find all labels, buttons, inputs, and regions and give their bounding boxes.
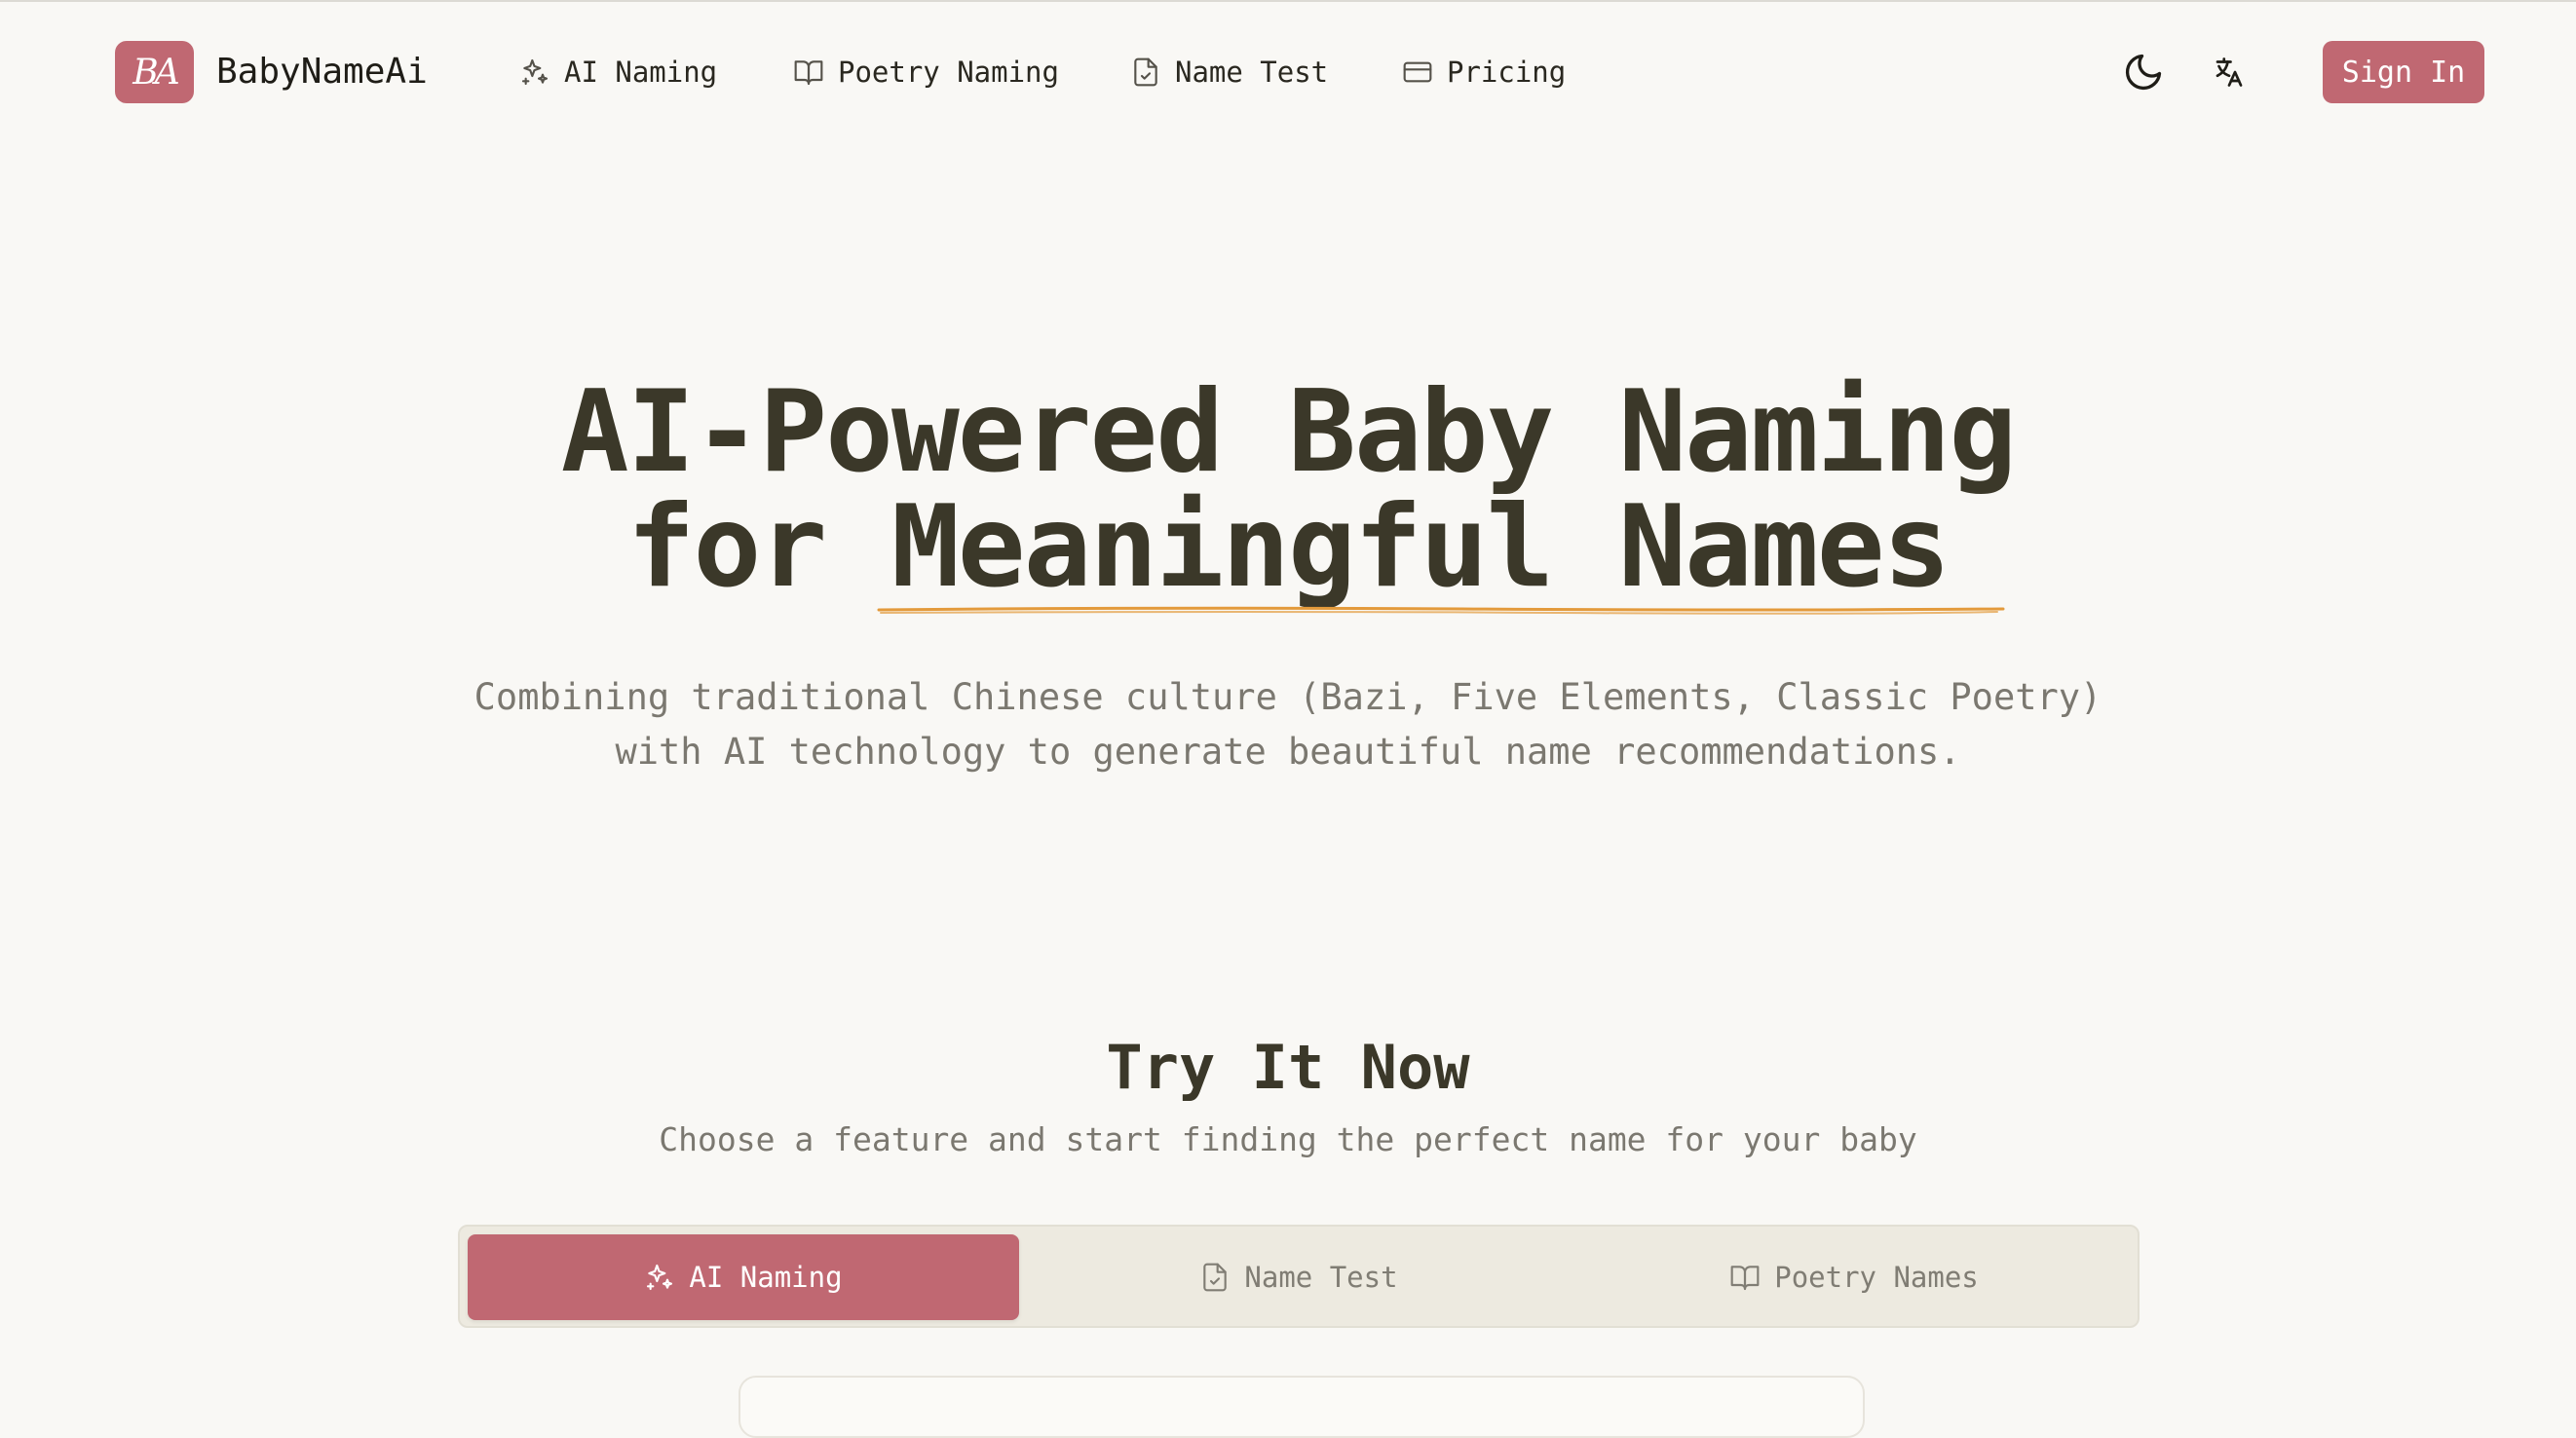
- tab-label: Poetry Names: [1774, 1261, 1979, 1294]
- nav-label: Poetry Naming: [838, 56, 1059, 89]
- site-header: BA BabyNameAi AI Naming Poetry Naming Na…: [0, 0, 2576, 146]
- feature-card: [739, 1376, 1865, 1438]
- brand-name[interactable]: BabyNameAi: [216, 49, 428, 95]
- nav-name-test[interactable]: Name Test: [1130, 51, 1328, 94]
- hero-subtitle-line-2: with AI technology to generate beautiful…: [615, 731, 1961, 773]
- nav-label: Name Test: [1175, 56, 1329, 89]
- hero-subtitle: Combining traditional Chinese culture (B…: [0, 670, 2576, 779]
- book-open-icon: [794, 60, 823, 86]
- language-button[interactable]: [2202, 45, 2256, 99]
- nav-label: Pricing: [1447, 56, 1567, 89]
- section-subtitle: Choose a feature and start finding the p…: [659, 1120, 1917, 1158]
- hero-subtitle-line-1: Combining traditional Chinese culture (B…: [474, 676, 2102, 718]
- file-check-icon: [1203, 1263, 1228, 1292]
- feature-tabs: AI Naming Name Test Poetry Names: [458, 1225, 2140, 1328]
- sparkles-icon: [647, 1264, 673, 1291]
- section-title: Try It Now: [1106, 1032, 1470, 1103]
- nav-ai-naming[interactable]: AI Naming: [519, 51, 717, 94]
- tab-name-test[interactable]: Name Test: [1023, 1234, 1574, 1320]
- tab-label: Name Test: [1244, 1261, 1398, 1294]
- highlight-underline: [877, 606, 2005, 615]
- hero-title-line-2: for Meaningful Names: [626, 481, 1951, 613]
- book-open-icon: [1730, 1266, 1760, 1291]
- hero-title-line-1: AI-Powered Baby Naming: [560, 366, 2017, 498]
- credit-card-icon: [1403, 61, 1432, 83]
- logo-text: BA: [133, 52, 179, 93]
- sign-in-button[interactable]: Sign In: [2323, 41, 2484, 103]
- hero-title: AI-Powered Baby Naming for Meaningful Na…: [0, 375, 2576, 605]
- translate-icon: [2216, 57, 2243, 87]
- tab-ai-naming[interactable]: AI Naming: [468, 1234, 1019, 1320]
- logo[interactable]: BA: [115, 41, 194, 103]
- theme-toggle-button[interactable]: [2116, 45, 2171, 99]
- nav-poetry-naming[interactable]: Poetry Naming: [793, 51, 1059, 94]
- tab-poetry-names[interactable]: Poetry Names: [1578, 1234, 2130, 1320]
- nav-pricing[interactable]: Pricing: [1402, 51, 1566, 94]
- nav-label: AI Naming: [564, 56, 718, 89]
- moon-icon: [2125, 54, 2162, 91]
- tab-label: AI Naming: [689, 1261, 843, 1294]
- sparkles-icon: [521, 58, 549, 86]
- file-check-icon: [1134, 57, 1157, 87]
